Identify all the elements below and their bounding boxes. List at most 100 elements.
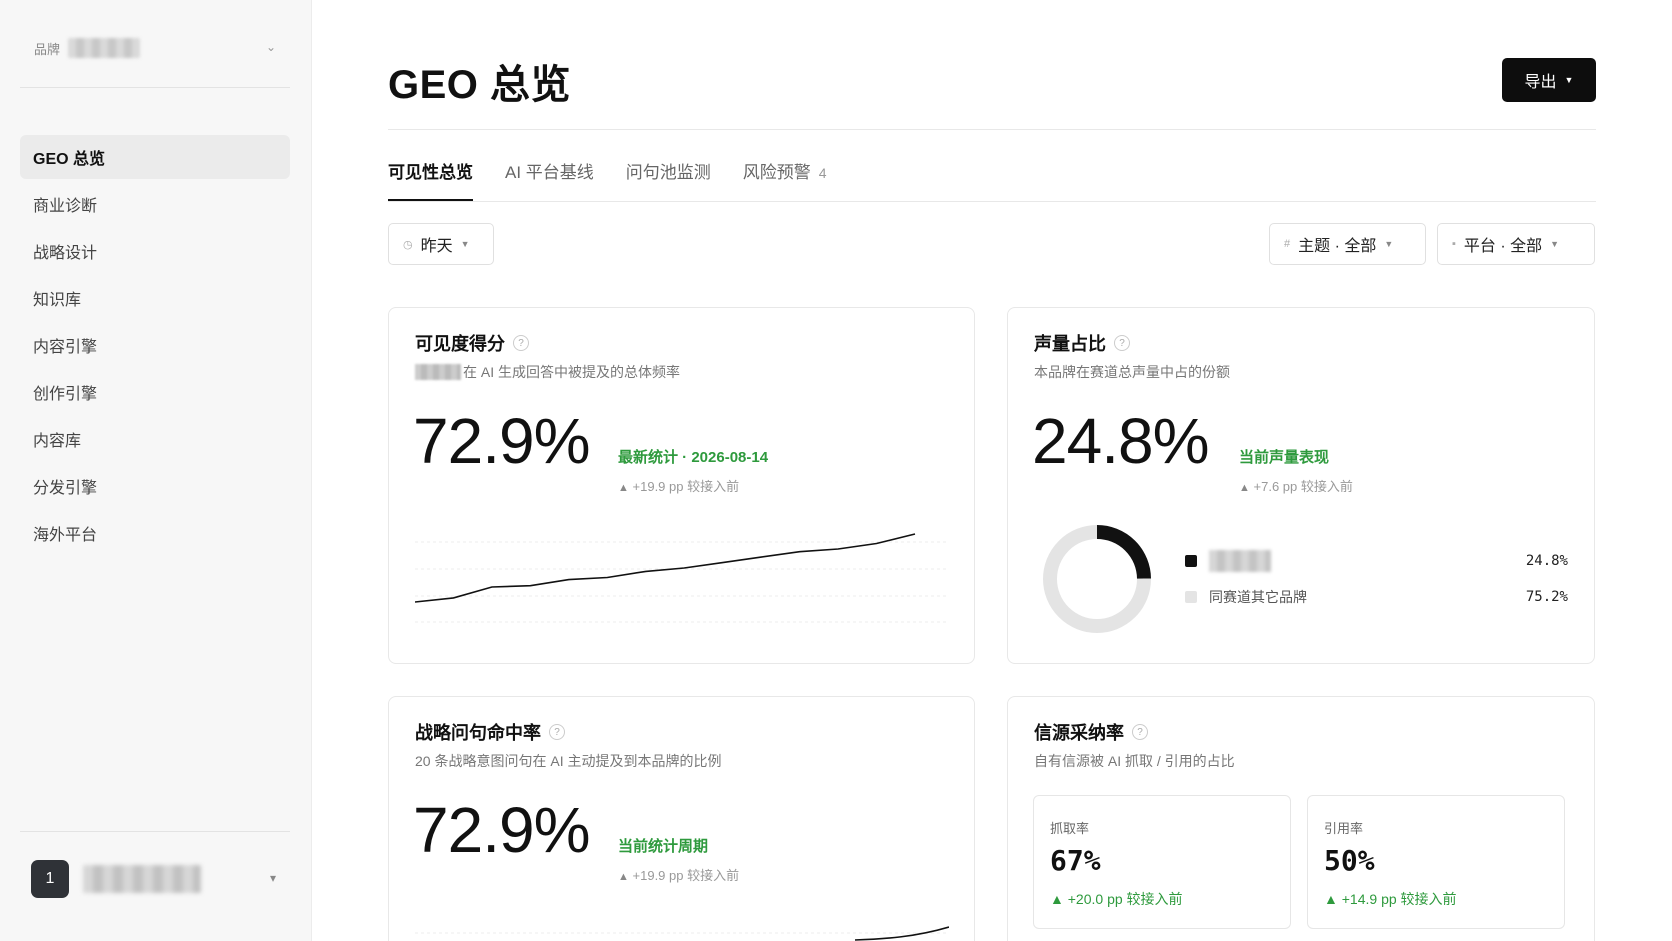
card-title: 可见度得分 ? xyxy=(415,330,529,356)
sidebar-item-content-library[interactable]: 内容库 xyxy=(20,417,290,461)
page-title: GEO 总览 xyxy=(388,63,572,107)
caret-down-icon: ▼ xyxy=(1384,239,1394,249)
alert-count-badge: 4 xyxy=(818,165,827,181)
tab-ai-platform-baseline[interactable]: AI 平台基线 xyxy=(505,158,594,202)
user-name-redacted xyxy=(83,865,201,893)
delta-text: ▲ +19.9 pp 较接入前 xyxy=(618,865,739,884)
divider xyxy=(20,831,290,832)
delta-text: ▲ +20.0 pp 较接入前 xyxy=(1050,889,1183,909)
card-title: 战略问句命中率 ? xyxy=(415,719,565,745)
legend-swatch xyxy=(1185,591,1197,603)
tab-label: AI 平台基线 xyxy=(505,163,594,182)
tab-label: 可见性总览 xyxy=(388,163,473,182)
card-title-text: 信源采纳率 xyxy=(1034,723,1124,743)
help-icon[interactable]: ? xyxy=(549,724,565,740)
delta-text: ▲ +19.9 pp 较接入前 xyxy=(618,476,739,495)
delta-text: ▲ +14.9 pp 较接入前 xyxy=(1324,889,1457,909)
export-label: 导出 xyxy=(1524,74,1557,91)
triangle-up-icon: ▲ xyxy=(618,482,629,494)
sidebar-item-knowledge-base[interactable]: 知识库 xyxy=(20,276,290,320)
share-of-voice-card: 声量占比 ? 本品牌在赛道总声量中占的份额 24.8% 当前声量表现 ▲ +7.… xyxy=(1007,307,1595,664)
visibility-score-card: 可见度得分 ? 在 AI 生成回答中被提及的总体频率 72.9% 最新统计 · … xyxy=(388,307,975,664)
delta-value: +19.9 pp 较接入前 xyxy=(632,868,740,883)
crawl-rate-value: 67% xyxy=(1050,844,1101,877)
tab-label: 风险预警 xyxy=(742,163,811,182)
caret-down-icon: ▾ xyxy=(269,871,276,885)
sidebar-item-overseas-platforms[interactable]: 海外平台 xyxy=(20,511,290,555)
legend-value-own-brand: 24.8% xyxy=(1525,553,1568,569)
date-filter[interactable]: ◷ 昨天 ▼ xyxy=(388,223,494,265)
avatar: 1 xyxy=(31,860,69,898)
card-subtitle: 本品牌在赛道总声量中占的份额 xyxy=(1034,364,1230,380)
help-icon[interactable]: ? xyxy=(513,335,529,351)
cite-rate-value: 50% xyxy=(1324,844,1375,877)
delta-value: +20.0 pp 较接入前 xyxy=(1067,891,1183,907)
sidebar-item-business-diagnosis[interactable]: 商业诊断 xyxy=(20,182,290,226)
sidebar-item-geo-overview[interactable]: GEO 总览 xyxy=(20,135,290,179)
sidebar-item-strategy-design[interactable]: 战略设计 xyxy=(20,229,290,273)
divider xyxy=(388,129,1596,130)
sidebar-item-creation-engine[interactable]: 创作引擎 xyxy=(20,370,290,414)
clock-icon: ◷ xyxy=(403,238,413,251)
topic-filter[interactable]: # 主题 · 全部 ▼ xyxy=(1269,223,1426,265)
delta-text: ▲ +7.6 pp 较接入前 xyxy=(1239,476,1353,495)
visibility-sparkline xyxy=(415,533,949,623)
export-button[interactable]: 导出 ▼ xyxy=(1502,58,1596,102)
strategy-value: 72.9% xyxy=(413,794,590,866)
legend-swatch xyxy=(1185,555,1197,567)
tab-bar: 可见性总览 AI 平台基线 问句池监测 风险预警 4 xyxy=(388,158,859,202)
tab-query-pool-monitor[interactable]: 问句池监测 xyxy=(626,158,711,202)
help-icon[interactable]: ? xyxy=(1132,724,1148,740)
triangle-up-icon: ▲ xyxy=(1239,482,1250,494)
caret-down-icon: ▼ xyxy=(1564,75,1574,85)
share-donut-chart xyxy=(1043,525,1151,633)
card-subtitle: 自有信源被 AI 抓取 / 引用的占比 xyxy=(1034,753,1235,769)
brand-label: 品牌 xyxy=(34,41,61,57)
mini-label: 抓取率 xyxy=(1050,821,1090,836)
crawl-rate-tile: 抓取率 67% ▲ +20.0 pp 较接入前 xyxy=(1033,795,1291,929)
tab-risk-alerts[interactable]: 风险预警 4 xyxy=(743,158,827,202)
date-filter-label: 昨天 xyxy=(420,238,453,255)
sparkline-series xyxy=(415,533,916,603)
divider xyxy=(388,201,1596,202)
share-value: 24.8% xyxy=(1032,405,1209,477)
divider xyxy=(20,87,290,88)
caret-down-icon: ▼ xyxy=(1550,239,1560,249)
card-subtitle: 在 AI 生成回答中被提及的总体频率 xyxy=(415,362,680,382)
sidebar-item-content-engine[interactable]: 内容引擎 xyxy=(20,323,290,367)
cite-rate-tile: 引用率 50% ▲ +14.9 pp 较接入前 xyxy=(1307,795,1565,929)
user-menu[interactable]: 1 ▾ xyxy=(20,855,290,903)
visibility-value: 72.9% xyxy=(413,405,590,477)
legend-label: 同赛道其它品牌 xyxy=(1209,589,1307,605)
triangle-up-icon: ▲ xyxy=(618,871,629,883)
platform-filter[interactable]: ▪ 平台 · 全部 ▼ xyxy=(1437,223,1595,265)
platform-icon: ▪ xyxy=(1452,238,1456,250)
delta-value: +14.9 pp 较接入前 xyxy=(1341,891,1457,907)
stat-note: 最新统计 · 2026-08-14 xyxy=(618,449,769,466)
delta-value: +7.6 pp 较接入前 xyxy=(1253,479,1353,494)
mini-label: 引用率 xyxy=(1324,821,1364,836)
sidebar-item-distribution-engine[interactable]: 分发引擎 xyxy=(20,464,290,508)
brand-selector[interactable]: 品牌 ⌄ xyxy=(20,28,290,68)
caret-down-icon: ▼ xyxy=(460,239,470,249)
help-icon[interactable]: ? xyxy=(1114,335,1130,351)
legend-item-own-brand xyxy=(1185,550,1271,572)
card-title-text: 战略问句命中率 xyxy=(415,723,541,743)
card-title-text: 可见度得分 xyxy=(415,334,505,354)
tab-visibility-overview[interactable]: 可见性总览 xyxy=(388,158,473,202)
legend-value-other-brands: 75.2% xyxy=(1525,589,1568,605)
triangle-up-icon: ▲ xyxy=(1050,891,1064,907)
brand-name-redacted xyxy=(1209,550,1271,572)
triangle-up-icon: ▲ xyxy=(1324,891,1338,907)
stat-note: 当前声量表现 xyxy=(1239,449,1330,466)
card-title-text: 声量占比 xyxy=(1034,334,1106,354)
chevron-down-icon: ⌄ xyxy=(265,40,276,54)
strategy-hit-rate-card: 战略问句命中率 ? 20 条战略意图问句在 AI 主动提及到本品牌的比例 72.… xyxy=(388,696,975,941)
card-subtitle-text: 在 AI 生成回答中被提及的总体频率 xyxy=(463,364,681,380)
stat-note: 当前统计周期 xyxy=(618,838,709,855)
platform-filter-label: 平台 · 全部 xyxy=(1463,238,1543,255)
sidebar-nav: GEO 总览 商业诊断 战略设计 知识库 内容引擎 创作引擎 内容库 分发引擎 … xyxy=(20,135,290,558)
card-title: 信源采纳率 ? xyxy=(1034,719,1148,745)
card-subtitle: 20 条战略意图问句在 AI 主动提及到本品牌的比例 xyxy=(415,753,722,769)
tab-label: 问句池监测 xyxy=(625,163,711,182)
